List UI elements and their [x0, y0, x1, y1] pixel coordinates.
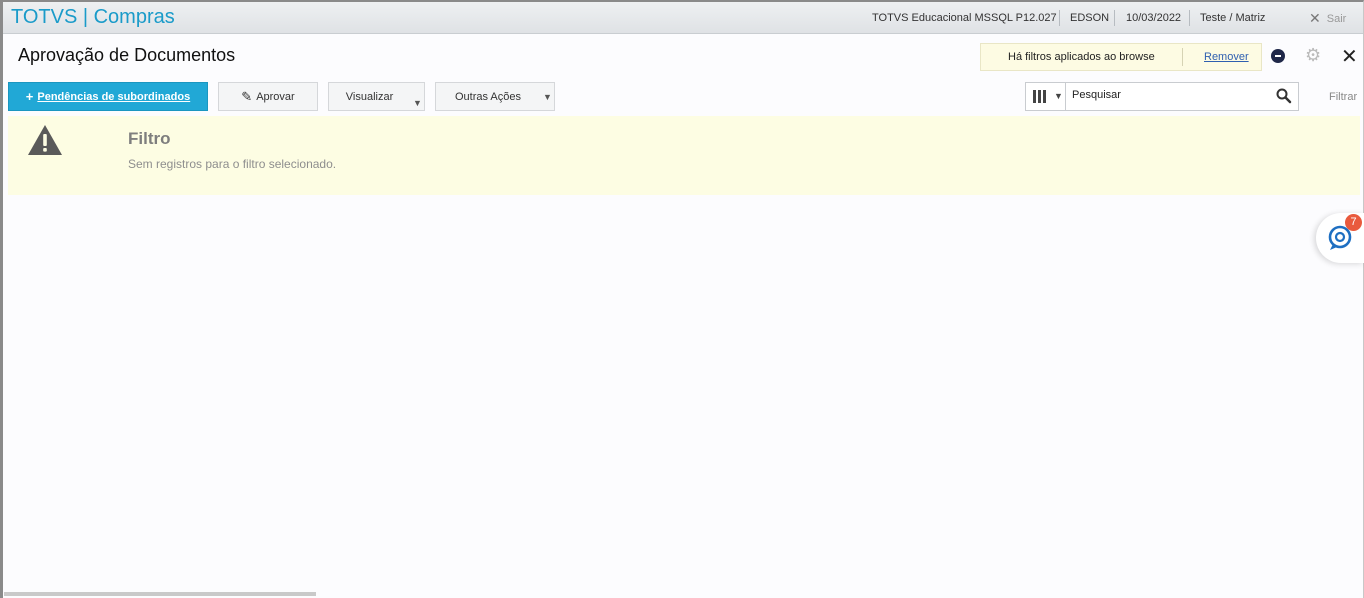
filter-button[interactable]: Filtrar	[1329, 91, 1357, 103]
close-icon[interactable]: ✕	[1341, 44, 1358, 69]
filter-notice-text: Há filtros aplicados ao browse	[1008, 51, 1155, 63]
other-actions-button[interactable]: Outras Ações ▼	[435, 82, 555, 111]
search-box: ▼	[1025, 82, 1299, 111]
divider	[1059, 10, 1060, 26]
filter-banner: Filtro Sem registros para o filtro selec…	[8, 116, 1360, 195]
top-bar: TOTVS | Compras TOTVS Educacional MSSQL …	[3, 2, 1363, 34]
pending-subordinates-button[interactable]: + Pendências de subordinados	[8, 82, 208, 111]
exit-label: Sair	[1326, 13, 1347, 25]
notification-badge: 7	[1345, 214, 1362, 231]
divider	[1182, 48, 1183, 66]
company-label[interactable]: Teste / Matriz	[1200, 12, 1265, 24]
remove-filter-link[interactable]: Remover	[1204, 51, 1249, 63]
banner-title: Filtro	[128, 129, 171, 148]
view-label: Visualizar	[345, 90, 394, 103]
plus-icon: +	[25, 89, 34, 104]
other-actions-label: Outras Ações	[454, 90, 522, 103]
filter-notice: Há filtros aplicados ao browse Remover	[980, 43, 1262, 71]
approve-label: Aprovar	[256, 90, 295, 103]
app-title: TOTVS | Compras	[11, 6, 175, 28]
horizontal-scrollbar[interactable]	[4, 592, 316, 596]
close-icon: ✕	[1309, 10, 1321, 26]
page-title: Aprovação de Documentos	[18, 45, 236, 65]
chevron-down-icon: ▼	[1054, 91, 1063, 101]
divider	[1114, 10, 1115, 26]
search-input[interactable]	[1072, 89, 1262, 101]
pending-subordinates-label: Pendências de subordinados	[37, 90, 191, 103]
view-button[interactable]: Visualizar ▼	[328, 82, 425, 111]
environment-label: TOTVS Educacional MSSQL P12.027	[872, 12, 1057, 24]
chevron-down-icon[interactable]: ▼	[543, 92, 552, 102]
columns-icon	[1033, 90, 1047, 103]
chevron-down-icon[interactable]: ▼	[413, 98, 422, 108]
columns-selector[interactable]: ▼	[1026, 83, 1066, 110]
date-label: 10/03/2022	[1126, 12, 1182, 24]
gear-icon[interactable]: ⚙	[1305, 45, 1321, 66]
warning-icon	[28, 125, 62, 155]
minimize-icon[interactable]	[1271, 49, 1285, 63]
exit-button[interactable]: ✕ Sair	[1309, 10, 1346, 27]
divider	[1189, 10, 1190, 26]
approve-button[interactable]: ✎ Aprovar	[218, 82, 318, 111]
search-icon[interactable]	[1275, 87, 1293, 105]
banner-message: Sem registros para o filtro selecionado.	[128, 157, 337, 171]
pencil-icon: ✎	[241, 88, 253, 104]
user-label: EDSON	[1070, 12, 1110, 24]
